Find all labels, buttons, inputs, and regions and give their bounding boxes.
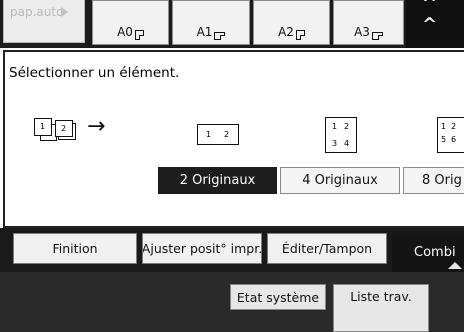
- original-page-two: 2: [55, 120, 73, 137]
- paper-a1-button[interactable]: A1: [172, 0, 250, 45]
- tab-combiner-label: Combi: [414, 245, 456, 260]
- tab-finition[interactable]: Finition: [13, 233, 137, 264]
- page-number: 2: [61, 124, 67, 133]
- right-arrow-icon: →: [87, 114, 106, 139]
- page-number: 6: [451, 135, 457, 144]
- option-8-originals[interactable]: 8 Orig: [403, 167, 464, 194]
- instruction-text: Sélectionner un élément.: [9, 65, 180, 81]
- page-number: 4: [344, 139, 350, 148]
- page-number: 1: [206, 130, 212, 139]
- paper-orientation-icon: [134, 30, 144, 40]
- page-number: 1: [332, 122, 338, 131]
- scroll-arrows-icon: ^ ^: [422, 0, 442, 35]
- page-number: 3: [332, 139, 338, 148]
- paper-auto-button[interactable]: pap.auto: [3, 0, 85, 43]
- paper-a1-label: A1: [196, 25, 213, 39]
- paper-orientation-icon: [214, 32, 226, 40]
- tab-editer-tampon[interactable]: Éditer/Tampon: [267, 233, 387, 264]
- page-number: 2: [451, 122, 457, 131]
- job-list-button[interactable]: Liste trav.: [333, 284, 429, 332]
- two-up-preview: 1 2: [197, 124, 239, 145]
- tab-combiner[interactable]: Combi: [392, 233, 464, 272]
- tab-ajuster-position[interactable]: Ajuster posit° impr.: [142, 233, 262, 264]
- paper-a3-button[interactable]: A3: [333, 0, 404, 45]
- paper-orientation-icon: [295, 30, 305, 40]
- paper-a3-label: A3: [354, 25, 370, 39]
- paper-scroll-area[interactable]: ^ ^: [406, 0, 464, 48]
- page-number: 2: [344, 122, 350, 131]
- page-number: 2: [224, 130, 230, 139]
- paper-auto-arrow-icon: [61, 7, 68, 17]
- page-number: 1: [40, 122, 46, 131]
- option-4-originals[interactable]: 4 Originaux: [280, 167, 400, 194]
- paper-a2-label: A2: [278, 25, 294, 39]
- page-number: 5: [441, 135, 447, 144]
- paper-a0-button[interactable]: A0: [92, 0, 169, 45]
- paper-auto-label: pap.auto: [10, 5, 64, 19]
- original-page-one: 1: [34, 118, 52, 136]
- paper-orientation-icon: [371, 32, 383, 40]
- page-number: 1: [441, 122, 447, 131]
- system-status-button[interactable]: Etat système: [230, 284, 326, 310]
- copier-screen: pap.auto A0 A1 A2 A3 ^ ^ Sélectionner un…: [0, 0, 464, 332]
- four-up-preview: 1 2 3 4: [325, 117, 357, 153]
- paper-a0-label: A0: [117, 25, 133, 39]
- active-tab-indicator-icon: [448, 262, 462, 269]
- paper-a2-button[interactable]: A2: [253, 0, 330, 45]
- option-2-originals[interactable]: 2 Originaux: [158, 167, 277, 194]
- eight-up-preview: 1 2 5 6: [437, 117, 464, 153]
